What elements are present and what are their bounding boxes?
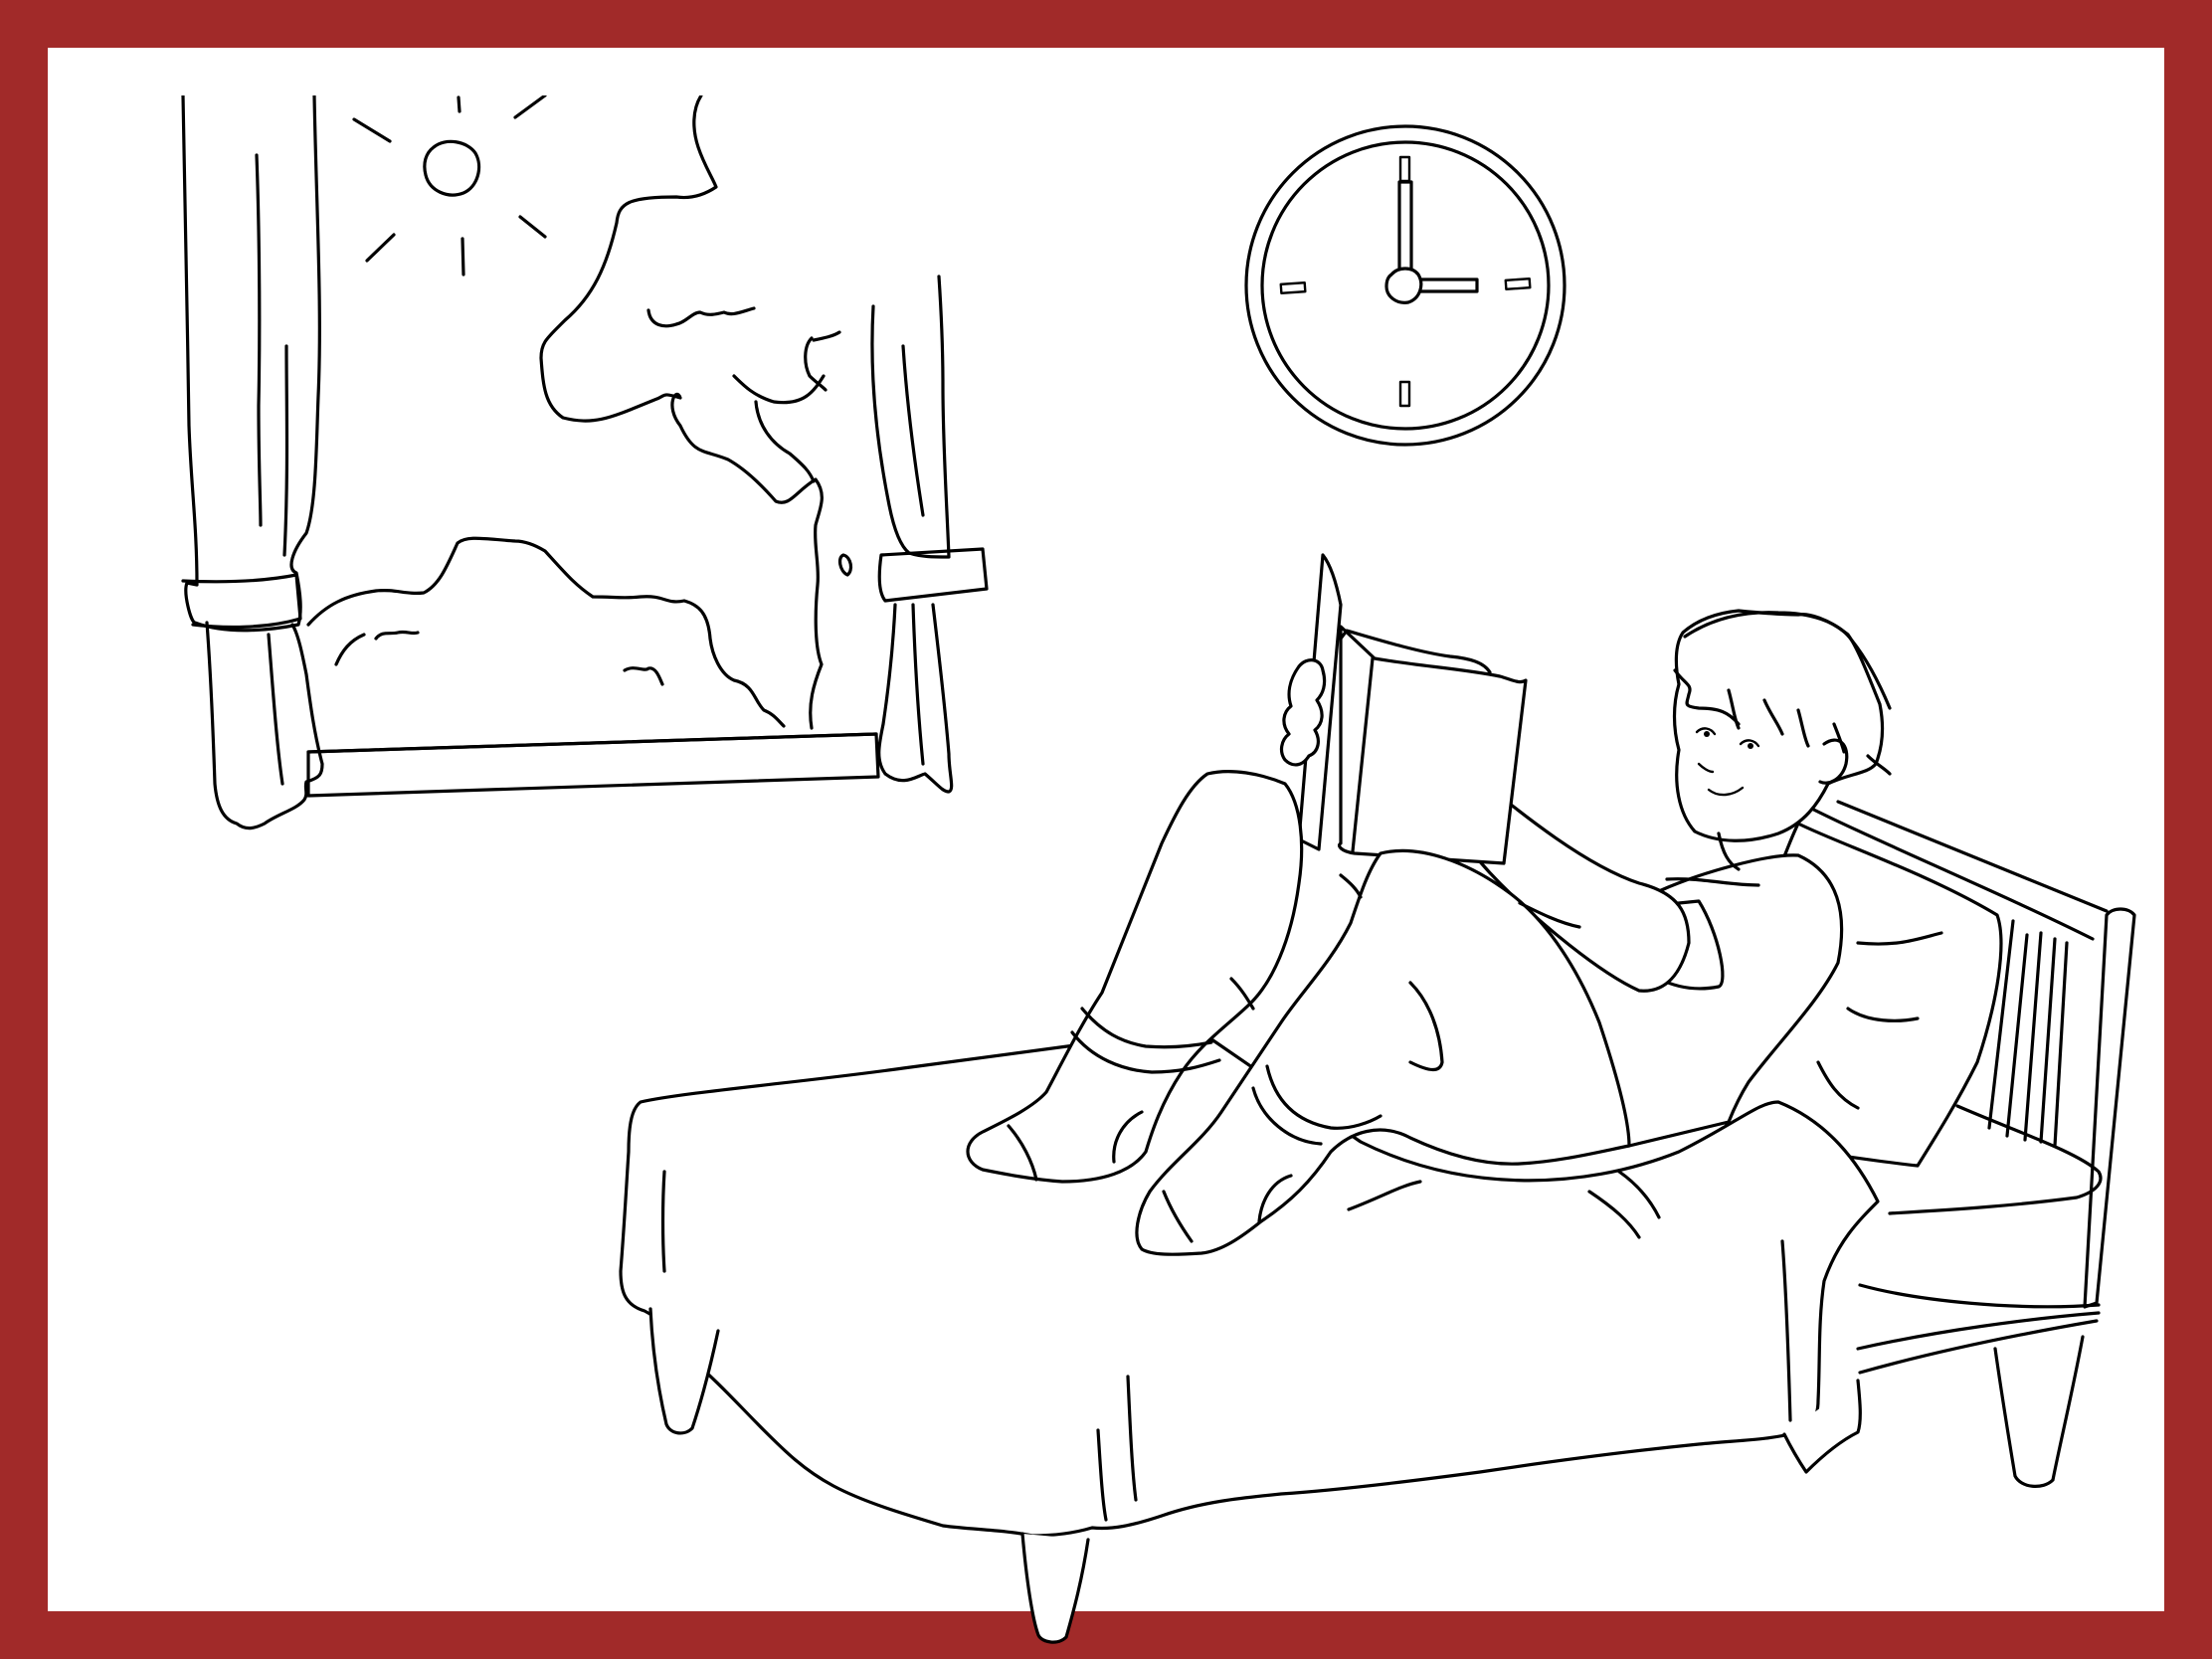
curtain-right	[870, 275, 989, 794]
blanket-fold-1	[660, 1170, 666, 1273]
bed-leg-front-right	[1020, 1532, 1090, 1644]
window	[181, 95, 989, 830]
boy-pupil-right	[1748, 743, 1753, 749]
wall-clock-icon	[1244, 124, 1567, 447]
coloring-page-canvas	[95, 95, 2212, 1659]
book-icon	[1297, 553, 1528, 865]
scenery-tree-hills	[306, 95, 853, 730]
bed-leg-back-right	[1993, 1335, 2085, 1488]
sun-icon	[352, 95, 547, 276]
window-sill-top	[306, 732, 878, 754]
clock-marker-12	[1398, 155, 1411, 183]
boy-pupil-left	[1704, 731, 1710, 737]
clock-marker-3	[1504, 276, 1532, 291]
clock-marker-9	[1279, 280, 1307, 295]
curtain-left	[181, 95, 324, 830]
bed-leg-front-left	[648, 1307, 720, 1435]
bedroom-line-drawing	[181, 95, 2136, 1644]
clock-marker-6	[1398, 380, 1411, 408]
clock-center-pin	[1384, 267, 1423, 304]
book-cover	[1337, 625, 1528, 865]
boy-knee-fold	[1339, 873, 1363, 899]
coloring-page-frame	[0, 0, 2212, 1659]
boy-left-hand	[1279, 658, 1327, 767]
bed-mattress-edge	[1858, 1283, 2101, 1309]
